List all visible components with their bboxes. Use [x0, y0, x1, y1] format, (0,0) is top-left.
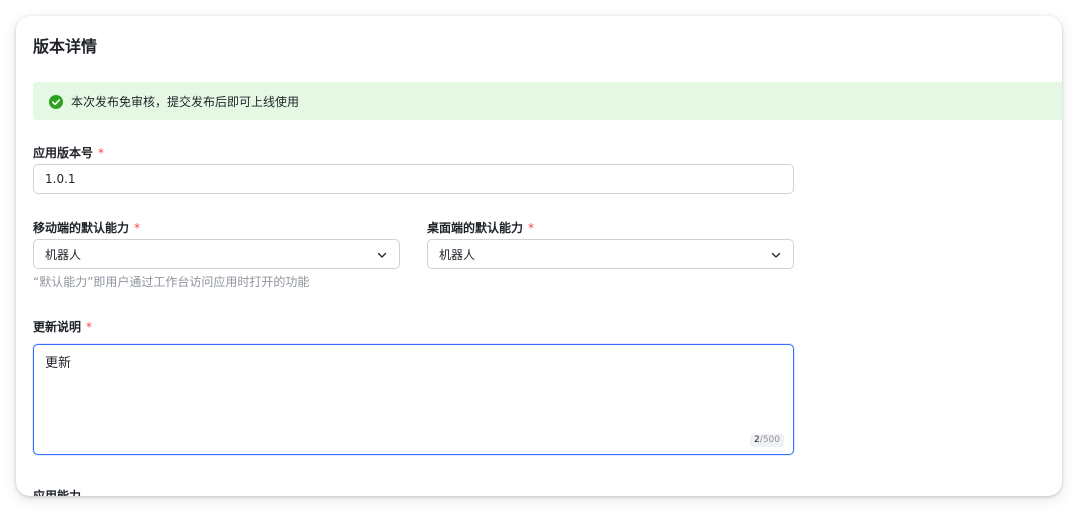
required-mark: * [86, 320, 93, 334]
no-review-notice: 本次发布免审核，提交发布后即可上线使用 [33, 82, 1062, 120]
update-notes-label: 更新说明 * [33, 319, 92, 335]
capabilities-label: 应用能力 [33, 489, 82, 496]
chevron-down-icon [377, 249, 387, 259]
page-title: 版本详情 [33, 37, 98, 56]
mobile-default-label: 移动端的默认能力 * [33, 220, 140, 236]
update-notes-textarea[interactable]: 更新 2/500 [33, 344, 794, 455]
version-label-text: 应用版本号 [33, 146, 94, 160]
desktop-default-selected: 机器人 [439, 247, 476, 262]
mobile-default-select[interactable]: 机器人 [33, 239, 400, 269]
chevron-down-icon [771, 249, 781, 259]
notice-text: 本次发布免审核，提交发布后即可上线使用 [71, 94, 300, 109]
check-circle-icon [49, 94, 63, 109]
version-details-panel: 版本详情 本次发布免审核，提交发布后即可上线使用 应用版本号 * 1.0.1 移动… [16, 16, 1062, 496]
desktop-default-label: 桌面端的默认能力 * [427, 220, 534, 236]
update-notes-label-text: 更新说明 [33, 320, 82, 334]
required-mark: * [528, 221, 535, 235]
version-input[interactable]: 1.0.1 [33, 164, 794, 194]
version-input-value: 1.0.1 [45, 172, 76, 186]
default-ability-hint: “默认能力”即用户通过工作台访问应用时打开的功能 [33, 275, 310, 289]
version-label: 应用版本号 * [33, 145, 104, 161]
update-notes-value: 更新 [45, 356, 72, 371]
char-count-max: /500 [759, 435, 780, 445]
desktop-default-select[interactable]: 机器人 [427, 239, 794, 269]
char-counter: 2/500 [750, 434, 784, 447]
required-mark: * [98, 146, 105, 160]
desktop-default-label-text: 桌面端的默认能力 [427, 221, 524, 235]
mobile-default-label-text: 移动端的默认能力 [33, 221, 130, 235]
required-mark: * [134, 221, 141, 235]
mobile-default-selected: 机器人 [45, 247, 82, 262]
